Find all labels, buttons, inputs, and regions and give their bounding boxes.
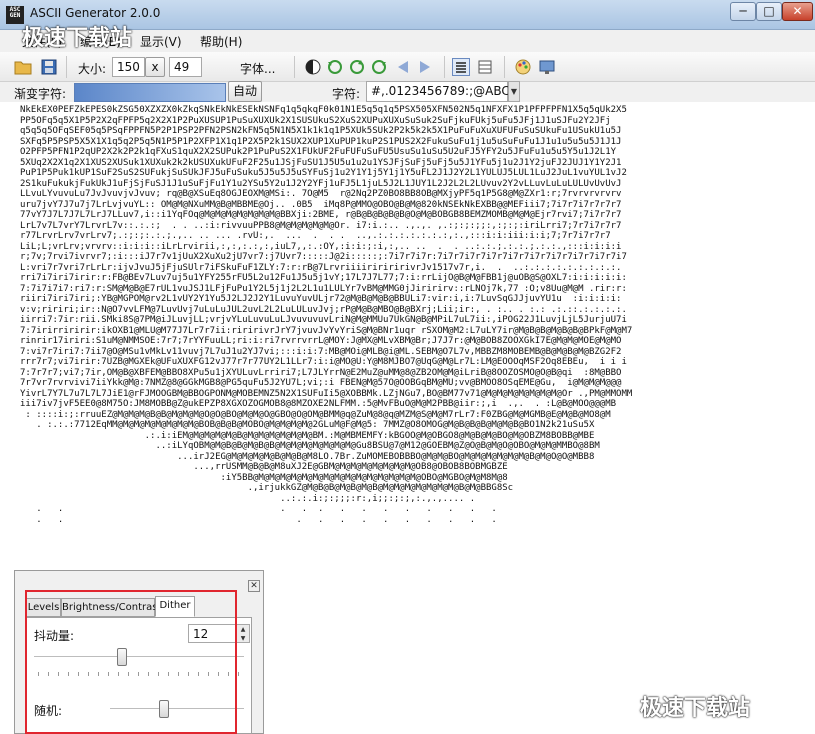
highlight-box bbox=[25, 590, 237, 734]
panel-close-icon[interactable]: ✕ bbox=[248, 580, 260, 592]
chars-label: 字符: bbox=[332, 87, 361, 101]
save-disk-icon[interactable] bbox=[40, 58, 58, 76]
refresh-icon[interactable] bbox=[348, 58, 366, 76]
auto-button[interactable]: 自动 bbox=[228, 81, 262, 102]
ascii-output-text: NkEkEX0PEFZkEPES0kZSG50XZXZX0kZkqSNkEkNk… bbox=[20, 105, 633, 525]
flip-vertical-icon[interactable] bbox=[416, 58, 434, 76]
menu-view[interactable]: 显示(V) bbox=[140, 33, 182, 50]
toolbar-separator bbox=[444, 56, 445, 78]
chars-select[interactable]: #,.0123456789:;@ABCI bbox=[366, 81, 513, 102]
ramp-input[interactable] bbox=[74, 83, 226, 102]
font-button[interactable]: 字体... bbox=[240, 60, 275, 77]
maximize-button[interactable]: □ bbox=[756, 2, 782, 21]
ramp-label: 渐变字符: bbox=[14, 87, 67, 101]
text-view-icon[interactable] bbox=[452, 58, 470, 76]
watermark-top-left: 极速下载站 bbox=[22, 26, 133, 51]
flip-horizontal-icon[interactable] bbox=[394, 58, 412, 76]
monitor-icon[interactable] bbox=[538, 58, 556, 76]
grid-view-icon[interactable] bbox=[476, 58, 494, 76]
rotate-ccw-icon[interactable] bbox=[326, 58, 344, 76]
watermark-bottom-right: 极速下载站 bbox=[640, 696, 751, 721]
chevron-down-icon[interactable]: ▼ bbox=[508, 81, 520, 102]
color-palette-icon[interactable] bbox=[514, 58, 532, 76]
toolbar-separator bbox=[504, 56, 505, 78]
menu-help[interactable]: 帮助(H) bbox=[200, 33, 242, 50]
width-input[interactable]: 150 bbox=[112, 57, 145, 77]
height-input[interactable]: 49 bbox=[169, 57, 202, 77]
window-title: ASCII Generator 2.0.0 bbox=[30, 6, 161, 20]
slider-tick bbox=[238, 672, 239, 676]
dither-stepper[interactable]: ▲ ▼ bbox=[236, 624, 250, 643]
rotate-cw-icon[interactable] bbox=[370, 58, 388, 76]
minimize-button[interactable]: ─ bbox=[730, 2, 756, 21]
close-button[interactable]: ✕ bbox=[782, 2, 813, 21]
app-icon-line2: GEN bbox=[9, 12, 21, 19]
size-label: 大小: bbox=[78, 62, 107, 76]
toolbar-separator bbox=[294, 56, 295, 78]
contrast-icon[interactable] bbox=[304, 58, 322, 76]
open-folder-icon[interactable] bbox=[14, 58, 32, 76]
lock-ratio-button[interactable]: x bbox=[145, 57, 165, 77]
toolbar-separator bbox=[66, 56, 67, 78]
